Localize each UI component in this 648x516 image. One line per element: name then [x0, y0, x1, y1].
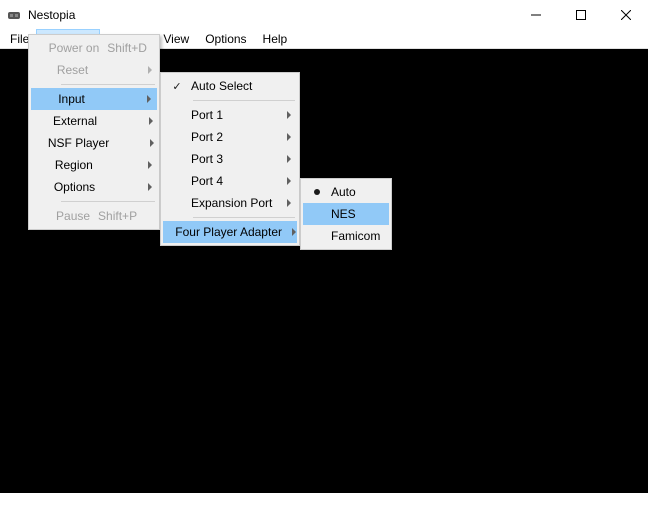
chevron-right-icon: [281, 133, 297, 141]
menu-label: Auto: [331, 185, 389, 199]
four-player-adapter-dropdown: Auto NES Famicom: [300, 178, 392, 250]
window-title: Nestopia: [28, 8, 513, 22]
menu-label: Port 1: [191, 108, 281, 122]
menu-item-external[interactable]: External: [31, 110, 157, 132]
menu-help[interactable]: Help: [255, 30, 296, 48]
menu-label: Input: [58, 92, 93, 106]
menu-label: NES: [331, 207, 389, 221]
menu-separator: [61, 201, 155, 202]
chevron-right-icon: [144, 183, 157, 191]
app-icon: [6, 7, 22, 23]
menu-item-reset[interactable]: Reset: [31, 59, 157, 81]
radio-icon: [303, 189, 331, 195]
menu-item-input[interactable]: Input: [31, 88, 157, 110]
menu-item-expansion-port[interactable]: Expansion Port: [163, 192, 297, 214]
menu-item-power-on[interactable]: Power on Shift+D: [31, 37, 157, 59]
input-dropdown: ✓ Auto Select Port 1 Port 2 Port 3 Port …: [160, 72, 300, 246]
menu-label: Auto Select: [191, 79, 281, 93]
maximize-button[interactable]: [558, 0, 603, 30]
menu-label: Pause: [56, 209, 98, 223]
chevron-right-icon: [143, 161, 157, 169]
menu-separator: [61, 84, 155, 85]
status-bar: [0, 493, 648, 516]
menu-separator: [193, 217, 295, 218]
menu-item-port-2[interactable]: Port 2: [163, 126, 297, 148]
chevron-right-icon: [142, 66, 157, 74]
chevron-right-icon: [141, 95, 157, 103]
menu-label: Expansion Port: [191, 196, 281, 210]
menu-label: Region: [55, 158, 101, 172]
menu-item-four-player-adapter[interactable]: Four Player Adapter: [163, 221, 297, 243]
menu-label: Options: [54, 180, 103, 194]
menu-item-auto-select[interactable]: ✓ Auto Select: [163, 75, 297, 97]
menu-shortcut: Shift+D: [107, 41, 147, 55]
check-icon: ✓: [163, 80, 191, 93]
chevron-right-icon: [281, 199, 297, 207]
menu-label: Port 3: [191, 152, 281, 166]
menu-item-pause[interactable]: Pause Shift+P: [31, 205, 157, 227]
menu-label: Power on: [49, 41, 108, 55]
menu-options[interactable]: Options: [197, 30, 254, 48]
chevron-right-icon: [144, 117, 157, 125]
app-window: Nestopia File Machine Netplay View Optio…: [0, 0, 648, 516]
menu-label: Four Player Adapter: [175, 225, 290, 239]
titlebar: Nestopia: [0, 0, 648, 30]
menu-item-port-4[interactable]: Port 4: [163, 170, 297, 192]
menu-item-nes[interactable]: NES: [303, 203, 389, 225]
window-controls: [513, 0, 648, 30]
chevron-right-icon: [290, 228, 297, 236]
menu-item-auto[interactable]: Auto: [303, 181, 389, 203]
chevron-right-icon: [281, 177, 297, 185]
menu-item-port-3[interactable]: Port 3: [163, 148, 297, 170]
menu-item-port-1[interactable]: Port 1: [163, 104, 297, 126]
menu-separator: [193, 100, 295, 101]
chevron-right-icon: [281, 111, 297, 119]
menu-label: Port 2: [191, 130, 281, 144]
close-button[interactable]: [603, 0, 648, 30]
menu-item-nsf-player[interactable]: NSF Player: [31, 132, 157, 154]
menu-item-famicom[interactable]: Famicom: [303, 225, 389, 247]
chevron-right-icon: [281, 155, 297, 163]
menu-view[interactable]: View: [155, 30, 197, 48]
menu-label: External: [53, 114, 105, 128]
menu-label: Famicom: [331, 229, 389, 243]
menu-shortcut: Shift+P: [98, 209, 143, 223]
menu-label: Port 4: [191, 174, 281, 188]
menu-item-region[interactable]: Region: [31, 154, 157, 176]
minimize-button[interactable]: [513, 0, 558, 30]
menu-label: Reset: [57, 63, 96, 77]
chevron-right-icon: [147, 139, 157, 147]
machine-dropdown: Power on Shift+D Reset Input External NS…: [28, 34, 160, 230]
menu-label: NSF Player: [48, 136, 117, 150]
menu-item-options[interactable]: Options: [31, 176, 157, 198]
